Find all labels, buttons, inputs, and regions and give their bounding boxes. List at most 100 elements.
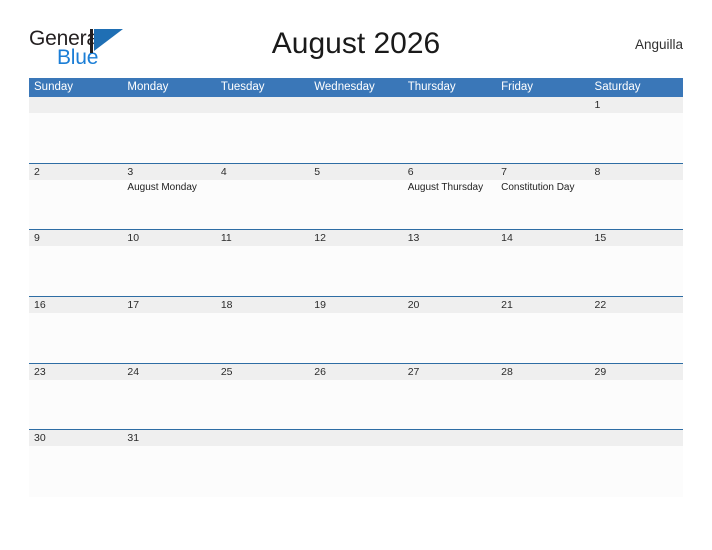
day-number: 16: [34, 299, 46, 312]
day-cell-empty: [496, 430, 589, 497]
calendar-week-row: 16 17 18 19 20 21 22: [29, 297, 683, 364]
day-cell[interactable]: 9: [29, 230, 122, 296]
day-cell[interactable]: 16: [29, 297, 122, 363]
weekday-header-row: Sunday Monday Tuesday Wednesday Thursday…: [29, 78, 683, 97]
day-cell[interactable]: 27: [403, 364, 496, 430]
page-header: General Blue August 2026 Anguilla: [29, 24, 683, 70]
day-number: 15: [594, 232, 607, 245]
day-events: August Monday: [127, 181, 215, 194]
day-cell-empty: [309, 430, 402, 497]
day-events: Constitution Day: [501, 181, 589, 194]
day-cell[interactable]: 6 August Thursday: [403, 164, 496, 230]
day-number: 30: [34, 432, 46, 445]
day-cell[interactable]: 3 August Monday: [122, 164, 215, 230]
calendar-week-row: 2 3 August Monday 4 5 6 August Thursday 7 Consti…: [29, 163, 683, 231]
day-number: 3: [127, 165, 134, 178]
calendar-week-row: 9 10 11 12 13 14 15: [29, 230, 683, 298]
day-number: 23: [34, 365, 46, 378]
day-number: 22: [594, 299, 607, 312]
day-number: 18: [220, 299, 233, 312]
week-cells: 1: [29, 97, 683, 163]
day-cell-empty: [403, 430, 496, 497]
day-number: 1: [594, 99, 601, 111]
day-cell[interactable]: 30: [29, 430, 122, 497]
day-cell[interactable]: 4: [216, 164, 309, 230]
holiday-event-label: Constitution Day: [501, 181, 575, 193]
day-cell-empty: [590, 430, 683, 497]
day-number: 19: [314, 299, 326, 312]
weekday-header-saturday: Saturday: [594, 81, 641, 93]
day-cell[interactable]: 28: [496, 364, 589, 430]
weekday-header-wednesday: Wednesday: [314, 81, 375, 93]
holiday-event-label: August Monday: [127, 181, 197, 193]
day-cell[interactable]: 23: [29, 364, 122, 430]
day-number: 28: [501, 365, 513, 378]
day-cell-empty: [309, 97, 402, 163]
day-number: 31: [127, 432, 140, 445]
weekday-header-monday: Monday: [127, 81, 169, 93]
day-number: 24: [127, 365, 140, 378]
day-number: 29: [594, 365, 607, 378]
day-number: 5: [314, 165, 321, 178]
day-number: 14: [501, 232, 513, 245]
day-number: 20: [407, 299, 420, 312]
day-number: 2: [34, 165, 40, 178]
day-cell[interactable]: 22: [590, 297, 683, 363]
day-number: 13: [407, 232, 420, 245]
weekday-header-thursday: Thursday: [407, 81, 456, 93]
day-cell[interactable]: 19: [309, 297, 402, 363]
day-number: 27: [407, 365, 420, 378]
day-number: 9: [34, 232, 40, 245]
day-cell[interactable]: 29: [590, 364, 683, 430]
week-cells: 23 24 25 26 27 28 29: [29, 364, 683, 430]
day-cell[interactable]: 21: [496, 297, 589, 363]
day-cell[interactable]: 13: [403, 230, 496, 296]
day-number: 10: [127, 232, 140, 245]
day-number: 11: [220, 232, 232, 245]
weekday-header-tuesday: Tuesday: [220, 81, 265, 93]
day-number: 26: [314, 365, 326, 378]
day-cell[interactable]: 10: [122, 230, 215, 296]
day-cell[interactable]: 12: [309, 230, 402, 296]
day-number: 7: [501, 165, 507, 178]
day-number: 25: [220, 365, 233, 378]
day-cell[interactable]: 5: [309, 164, 402, 230]
calendar-page: General Blue August 2026 Anguilla Sunday…: [0, 0, 712, 550]
day-cell[interactable]: 18: [216, 297, 309, 363]
day-cell[interactable]: 2: [29, 164, 122, 230]
day-cell[interactable]: 26: [309, 364, 402, 430]
day-number: 21: [501, 299, 513, 312]
page-title: August 2026: [271, 27, 441, 60]
region-label: Anguilla: [634, 37, 683, 52]
day-cell[interactable]: 8: [590, 164, 683, 230]
day-cell[interactable]: 25: [216, 364, 309, 430]
day-cell-empty: [403, 97, 496, 163]
day-cell-empty: [122, 97, 215, 163]
week-cells: 30 31: [29, 430, 683, 497]
weekday-header-friday: Friday: [501, 81, 534, 93]
week-cells: 9 10 11 12 13 14 15: [29, 230, 683, 296]
day-cell-empty: [216, 97, 309, 163]
day-cell[interactable]: 11: [216, 230, 309, 296]
calendar-week-row: 23 24 25 26 27 28 29: [29, 363, 683, 431]
day-cell[interactable]: 20: [403, 297, 496, 363]
day-cell[interactable]: 31: [122, 430, 215, 497]
day-cell[interactable]: 15: [590, 230, 683, 296]
day-cell[interactable]: 7 Constitution Day: [496, 164, 589, 230]
day-events: August Thursday: [408, 181, 496, 194]
holiday-event-label: August Thursday: [407, 181, 484, 193]
calendar-week-row: 1: [29, 97, 683, 164]
day-cell[interactable]: 1: [590, 97, 683, 163]
calendar-weeks: 1 2 3 August Monday 4 5 6 August Thursday 7 Const…: [29, 97, 683, 498]
day-number: 6: [407, 165, 414, 178]
day-number: 12: [314, 232, 326, 245]
day-number: 17: [127, 299, 140, 312]
calendar-week-row: 30 31: [29, 430, 683, 498]
day-cell-empty: [216, 430, 309, 497]
week-cells: 2 3 August Monday 4 5 6 August Thursday 7 Consti…: [29, 164, 683, 230]
day-number: 4: [220, 165, 227, 178]
day-cell[interactable]: 17: [122, 297, 215, 363]
day-cell-empty: [29, 97, 122, 163]
day-cell[interactable]: 24: [122, 364, 215, 430]
day-cell[interactable]: 14: [496, 230, 589, 296]
